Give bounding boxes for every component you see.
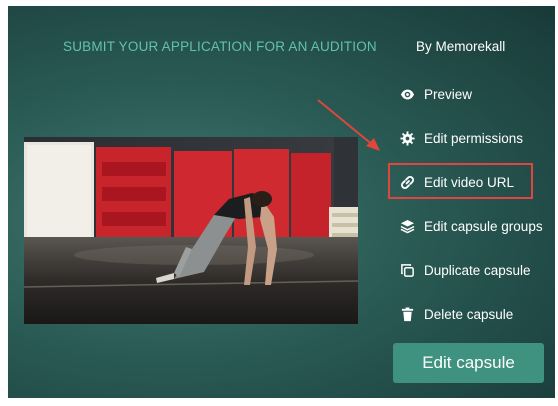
gear-icon <box>400 130 415 146</box>
preview-label: Preview <box>424 86 473 102</box>
delete-capsule-label: Delete capsule <box>424 306 514 322</box>
edit-capsule-groups-action[interactable]: Edit capsule groups <box>400 214 543 238</box>
preview-action[interactable]: Preview <box>400 82 472 106</box>
edit-permissions-action[interactable]: Edit permissions <box>400 126 523 150</box>
video-thumbnail[interactable] <box>24 137 358 324</box>
copy-icon <box>401 263 414 277</box>
link-icon <box>401 175 414 189</box>
edit-video-url-action[interactable]: Edit video URL <box>400 170 514 194</box>
duplicate-capsule-action[interactable]: Duplicate capsule <box>400 258 531 282</box>
edit-capsule-groups-label: Edit capsule groups <box>424 218 543 234</box>
edit-video-url-label: Edit video URL <box>424 174 515 190</box>
edit-permissions-label: Edit permissions <box>424 130 524 146</box>
capsule-title: SUBMIT YOUR APPLICATION FOR AN AUDITION <box>63 39 377 54</box>
trash-icon <box>401 306 414 321</box>
delete-capsule-action[interactable]: Delete capsule <box>400 302 513 326</box>
layers-icon <box>400 219 415 233</box>
eye-icon <box>400 89 415 99</box>
duplicate-capsule-label: Duplicate capsule <box>424 262 531 278</box>
edit-capsule-button[interactable]: Edit capsule <box>393 343 544 383</box>
capsule-author: By Memorekall <box>416 39 506 54</box>
annotation-arrow-icon <box>317 99 380 151</box>
video-frame-image <box>24 137 358 324</box>
